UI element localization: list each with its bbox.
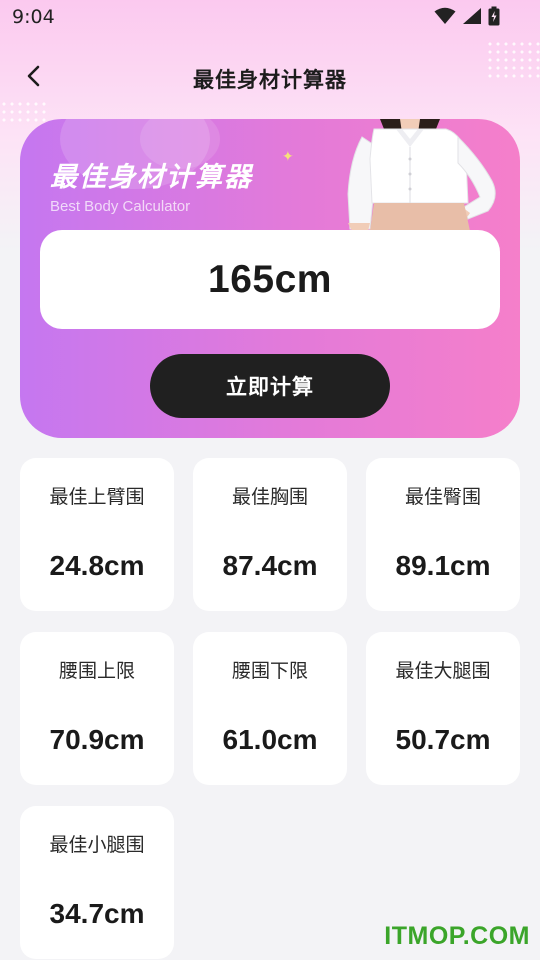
result-card-thigh: 最佳大腿围 50.7cm — [366, 632, 520, 785]
result-card-waist-max: 腰围上限 70.9cm — [20, 632, 174, 785]
result-label: 最佳胸围 — [231, 486, 308, 508]
signal-icon — [462, 7, 482, 29]
result-label: 最佳大腿围 — [395, 660, 491, 682]
result-card-waist-min: 腰围下限 61.0cm — [193, 632, 347, 785]
height-value: 165cm — [208, 257, 332, 301]
result-label: 最佳小腿围 — [49, 834, 145, 856]
battery-icon — [488, 6, 500, 30]
result-card-chest: 最佳胸围 87.4cm — [193, 458, 347, 611]
watermark: ITMOP.COM — [384, 922, 530, 950]
result-value: 87.4cm — [222, 550, 318, 581]
hero-title: 最佳身材计算器 — [50, 162, 253, 193]
hero-card: 最佳身材计算器 ✦ Best Body Calculator 165cm 立即计… — [20, 119, 520, 438]
status-bar: 9:04 — [0, 0, 540, 36]
sparkle-icon: ✦ — [282, 149, 294, 165]
result-label: 腰围下限 — [231, 660, 308, 682]
result-value: 70.9cm — [49, 724, 145, 755]
calculate-button[interactable]: 立即计算 — [150, 354, 390, 418]
result-card-hip: 最佳臀围 89.1cm — [366, 458, 520, 611]
result-label: 腰围上限 — [58, 660, 135, 682]
status-icons — [434, 6, 500, 30]
page-title: 最佳身材计算器 — [193, 68, 347, 92]
model-illustration — [340, 119, 500, 231]
result-value: 34.7cm — [49, 898, 145, 929]
result-value: 89.1cm — [395, 550, 491, 581]
app-header: 最佳身材计算器 — [0, 50, 540, 106]
result-card-calf: 最佳小腿围 34.7cm — [20, 806, 174, 959]
result-label: 最佳臀围 — [404, 486, 481, 508]
hero-subtitle: Best Body Calculator — [50, 198, 191, 215]
wifi-icon — [434, 7, 456, 29]
result-value: 61.0cm — [222, 724, 318, 755]
height-display[interactable]: 165cm — [40, 230, 500, 329]
result-card-upper-arm: 最佳上臂围 24.8cm — [20, 458, 174, 611]
result-value: 24.8cm — [49, 550, 145, 581]
status-time: 9:04 — [12, 6, 55, 28]
result-value: 50.7cm — [395, 724, 491, 755]
result-label: 最佳上臂围 — [49, 486, 145, 508]
